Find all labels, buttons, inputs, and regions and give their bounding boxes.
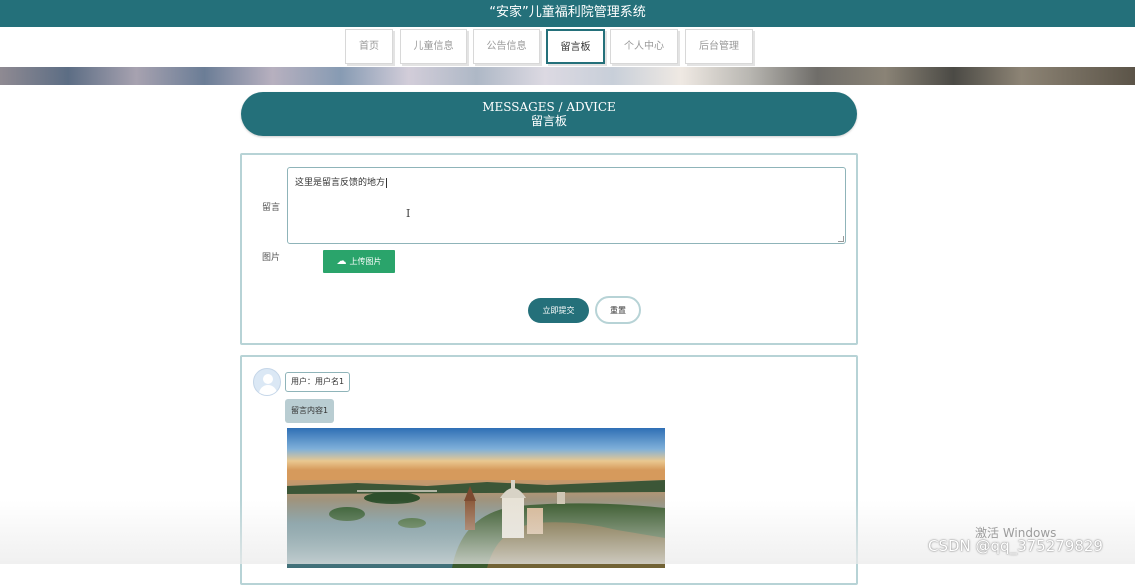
message-text: 这里是留言反馈的地方: [295, 178, 386, 188]
message-form: 留言 这里是留言反馈的地方 I 图片 ☁ 上传图片 立即提交 重置: [240, 153, 858, 345]
nav-item-home[interactable]: 首页: [345, 29, 393, 64]
message-user: 用户：用户名1: [285, 372, 351, 392]
reset-button[interactable]: 重置: [595, 296, 641, 324]
message-photo: [287, 428, 665, 568]
upload-label: 上传图片: [349, 257, 382, 266]
message-list-item: 用户：用户名1 留言内容1: [240, 355, 858, 585]
app-title: “安家”儿童福利院管理系统: [489, 5, 646, 20]
resize-handle[interactable]: [838, 236, 844, 242]
submit-button[interactable]: 立即提交: [528, 298, 589, 323]
nav-item-profile[interactable]: 个人中心: [610, 29, 678, 64]
app-header: “安家”儿童福利院管理系统: [0, 0, 1135, 27]
nav-item-notices[interactable]: 公告信息: [473, 29, 540, 64]
nav-item-children[interactable]: 儿童信息: [400, 29, 467, 64]
cloud-upload-icon: ☁: [336, 256, 347, 267]
image-label: 图片: [262, 253, 281, 263]
page-title: MESSAGES / ADVICE 留言板: [241, 92, 857, 136]
user-avatar-icon: [253, 368, 281, 396]
banner-image: [0, 67, 1135, 85]
csdn-watermark: CSDN @qq_375279829: [928, 537, 1103, 555]
message-textarea[interactable]: 这里是留言反馈的地方: [287, 167, 846, 244]
message-label: 留言: [262, 203, 281, 213]
main-nav: 首页 儿童信息 公告信息 留言板 个人中心 后台管理: [0, 27, 1135, 67]
upload-image-button[interactable]: ☁ 上传图片: [323, 250, 395, 273]
text-cursor-icon: I: [406, 207, 411, 220]
nav-item-message-board[interactable]: 留言板: [546, 29, 605, 64]
page-title-zh: 留言板: [530, 114, 567, 128]
message-content: 留言内容1: [285, 399, 335, 423]
page-title-en: MESSAGES / ADVICE: [482, 100, 616, 114]
nav-item-admin[interactable]: 后台管理: [685, 29, 753, 64]
